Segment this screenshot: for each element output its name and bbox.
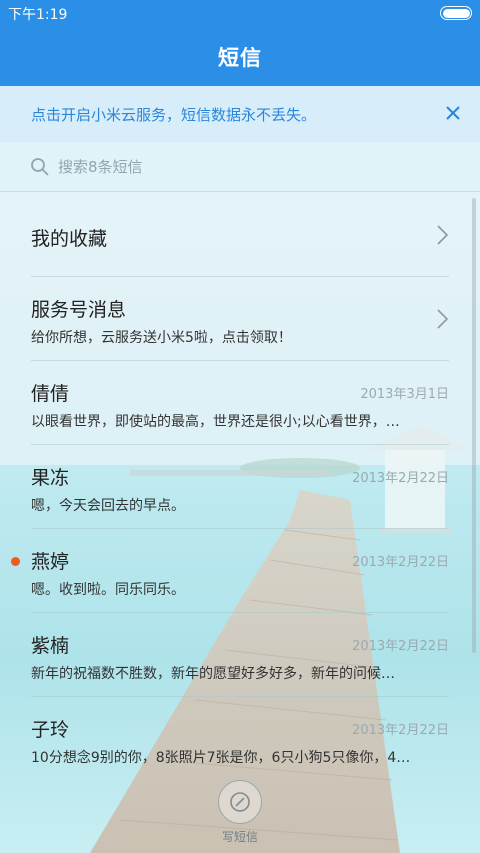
list-item-service[interactable]: 服务号消息 给你所想，云服务送小米5啦，点击领取！	[31, 277, 449, 361]
list-item-name: 燕婷	[31, 551, 70, 573]
status-time: 下午1:19	[8, 7, 68, 23]
list-item-name: 果冻	[31, 467, 70, 489]
list-item-preview: 给你所想，云服务送小米5啦，点击领取！	[31, 330, 292, 346]
search-bar[interactable]	[0, 142, 480, 192]
list-item-name: 服务号消息	[31, 299, 127, 321]
search-icon	[31, 158, 49, 176]
list-item-preview: 嗯，今天会回去的早点。	[31, 498, 185, 514]
list-item-conversation[interactable]: 紫楠 2013年2月22日 新年的祝福数不胜数，新年的愿望好多好多，新年的问候…	[31, 613, 449, 697]
status-bar: 下午1:19	[0, 0, 480, 28]
list-item-preview: 嗯。收到啦。同乐同乐。	[31, 582, 185, 598]
list-item-favorites[interactable]: 我的收藏	[31, 193, 449, 277]
list-item-date: 2013年2月22日	[352, 555, 449, 570]
compose-icon	[230, 792, 250, 812]
list-item-conversation[interactable]: 子玲 2013年2月22日 10分想念9别的你，8张照片7张是你，6只小狗5只像…	[31, 697, 449, 781]
conversation-list: 我的收藏 服务号消息 给你所想，云服务送小米5啦，点击领取！ 倩倩 2013年3…	[0, 193, 480, 781]
cloud-service-banner[interactable]: 点击开启小米云服务，短信数据永不丢失。	[0, 86, 480, 142]
list-item-date: 2013年2月22日	[352, 471, 449, 486]
list-item-conversation[interactable]: 果冻 2013年2月22日 嗯，今天会回去的早点。	[31, 445, 449, 529]
list-item-name: 倩倩	[31, 383, 70, 405]
unread-indicator	[11, 557, 20, 566]
banner-text[interactable]: 点击开启小米云服务，短信数据永不丢失。	[31, 104, 316, 125]
list-item-conversation[interactable]: 燕婷 2013年2月22日 嗯。收到啦。同乐同乐。	[11, 529, 449, 613]
list-item-conversation[interactable]: 倩倩 2013年3月1日 以眼看世界，即使站的最高，世界还是很小;以心看世界，…	[31, 361, 449, 445]
list-item-name: 子玲	[31, 719, 70, 741]
compose-button[interactable]	[218, 780, 262, 824]
list-item-preview: 以眼看世界，即使站的最高，世界还是很小;以心看世界，…	[31, 414, 400, 430]
search-input[interactable]	[58, 154, 438, 180]
list-item-date: 2013年3月1日	[360, 387, 449, 402]
list-item-preview: 10分想念9别的你，8张照片7张是你，6只小狗5只像你，4…	[31, 750, 411, 766]
list-item-date: 2013年2月22日	[352, 723, 449, 738]
close-icon[interactable]	[440, 100, 466, 126]
chevron-right-icon	[437, 225, 449, 245]
scrollbar[interactable]	[472, 198, 476, 653]
list-item-name: 我的收藏	[31, 228, 108, 250]
chevron-right-icon	[437, 309, 449, 329]
title-bar: 短信	[0, 28, 480, 86]
page-title: 短信	[218, 46, 262, 70]
list-item-preview: 新年的祝福数不胜数，新年的愿望好多好多，新年的问候…	[31, 666, 395, 682]
compose-label[interactable]: 写短信	[200, 828, 280, 845]
list-item-date: 2013年2月22日	[352, 639, 449, 654]
list-item-name: 紫楠	[31, 635, 70, 657]
battery-icon	[440, 6, 472, 20]
